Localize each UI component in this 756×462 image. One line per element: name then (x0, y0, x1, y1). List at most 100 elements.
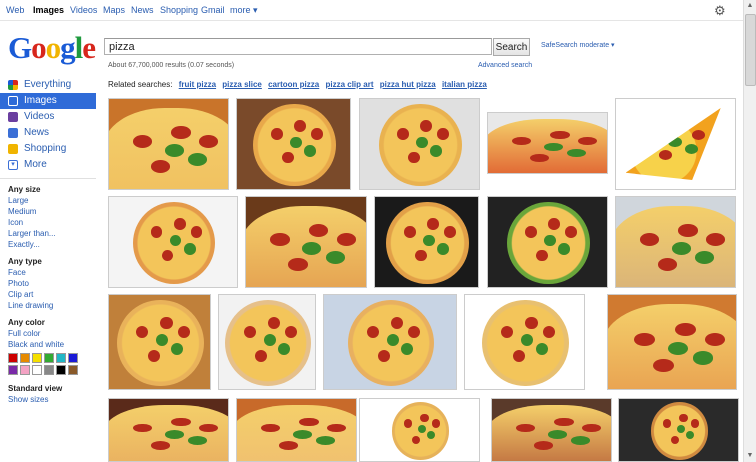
image-result-thumbnail[interactable] (323, 294, 457, 390)
image-result-thumbnail[interactable] (607, 294, 737, 390)
color-swatch[interactable] (32, 353, 42, 363)
color-swatch[interactable] (32, 365, 42, 375)
pepperoni-mark (147, 349, 160, 362)
filter-size-larger-than[interactable]: Larger than... (8, 228, 96, 239)
image-result-thumbnail[interactable] (615, 196, 736, 288)
image-result-thumbnail[interactable] (108, 398, 229, 462)
scroll-down-arrow-icon[interactable]: ▼ (744, 450, 756, 462)
pepperoni-mark (692, 351, 714, 365)
pepperoni-mark (535, 342, 548, 356)
related-link[interactable]: fruit pizza (179, 80, 216, 89)
related-link[interactable]: pizza slice (222, 80, 262, 89)
image-result-thumbnail[interactable] (491, 398, 612, 462)
color-swatch[interactable] (20, 365, 30, 375)
image-result-thumbnail[interactable] (108, 294, 211, 390)
pepperoni-mark (420, 120, 433, 132)
sidebar-item-images[interactable]: Images (0, 93, 96, 109)
sidebar-item-everything[interactable]: Everything (0, 77, 96, 93)
pepperoni-mark (133, 423, 153, 433)
pepperoni-mark (378, 349, 391, 362)
color-swatch[interactable] (56, 353, 66, 363)
image-result-thumbnail[interactable] (359, 398, 480, 462)
filter-size-medium[interactable]: Medium (8, 206, 96, 217)
sidebar-item-videos[interactable]: Videos (0, 109, 96, 125)
vertical-scrollbar[interactable]: ▲ ▼ (743, 0, 756, 462)
pepperoni-mark (420, 413, 429, 422)
nav-images-link[interactable]: Images (33, 5, 64, 15)
search-button[interactable]: Search (493, 38, 530, 56)
related-link[interactable]: cartoon pizza (268, 80, 319, 89)
nav-web-link[interactable]: Web (6, 5, 24, 15)
pepperoni-mark (529, 153, 550, 163)
filter-type-line-drawing[interactable]: Line drawing (8, 300, 96, 311)
pepperoni-mark (294, 120, 307, 132)
image-result-thumbnail[interactable] (245, 196, 367, 288)
nav-news-link[interactable]: News (131, 5, 154, 15)
color-swatch[interactable] (68, 353, 78, 363)
pepperoni-mark (704, 332, 726, 346)
filter-size-icon[interactable]: Icon (8, 217, 96, 228)
filter-color-full[interactable]: Full color (8, 328, 96, 339)
pepperoni-mark (691, 419, 700, 428)
color-swatch[interactable] (8, 353, 18, 363)
pepperoni-mark (581, 423, 601, 433)
nav-gmail-link[interactable]: Gmail (201, 5, 225, 15)
safesearch-dropdown[interactable]: SafeSearch moderate ▾ (541, 41, 615, 49)
image-result-thumbnail[interactable] (374, 196, 479, 288)
nav-maps-link[interactable]: Maps (103, 5, 125, 15)
search-input[interactable]: pizza (104, 38, 492, 55)
gear-icon[interactable]: ⚙ (714, 3, 728, 18)
pepperoni-mark (684, 144, 698, 155)
sidebar-item-shopping[interactable]: Shopping (0, 141, 96, 157)
pepperoni-mark (646, 129, 660, 140)
filter-size-large[interactable]: Large (8, 195, 96, 206)
color-swatch[interactable] (68, 365, 78, 375)
sidebar-item-news[interactable]: News (0, 125, 96, 141)
color-swatch[interactable] (44, 353, 54, 363)
image-result-thumbnail[interactable] (108, 196, 238, 288)
image-result-thumbnail[interactable] (236, 98, 351, 190)
image-result-thumbnail[interactable] (218, 294, 316, 390)
image-result-thumbnail[interactable] (487, 196, 608, 288)
related-link[interactable]: pizza clip art (325, 80, 373, 89)
filter-heading-type: Any type (8, 257, 42, 266)
show-sizes-link[interactable]: Show sizes (8, 394, 96, 405)
pepperoni-mark (309, 224, 329, 237)
color-swatch[interactable] (20, 353, 30, 363)
google-logo[interactable]: Google (8, 30, 96, 66)
filter-color-bw[interactable]: Black and white (8, 339, 96, 350)
pepperoni-mark (565, 226, 577, 238)
pepperoni-mark (512, 137, 532, 146)
image-result-thumbnail[interactable] (618, 398, 739, 462)
advanced-search-link[interactable]: Advanced search (478, 62, 532, 69)
nav-videos-link[interactable]: Videos (70, 5, 97, 15)
filter-size-exactly[interactable]: Exactly... (8, 239, 96, 250)
nav-more-link[interactable]: more ▾ (230, 5, 258, 16)
scroll-up-arrow-icon[interactable]: ▲ (744, 0, 756, 12)
pepperoni-mark (187, 153, 208, 166)
image-result-thumbnail[interactable] (359, 98, 480, 190)
filter-type-photo[interactable]: Photo (8, 278, 96, 289)
pepperoni-mark (302, 242, 322, 255)
related-link[interactable]: pizza hut pizza (380, 80, 436, 89)
image-result-thumbnail[interactable] (464, 294, 585, 390)
image-result-thumbnail[interactable] (236, 398, 357, 462)
standard-view-heading: Standard view (8, 384, 63, 393)
color-swatch[interactable] (44, 365, 54, 375)
image-result-thumbnail[interactable] (108, 98, 229, 190)
sidebar-item-more[interactable]: ▾ More (0, 157, 96, 173)
related-link[interactable]: italian pizza (442, 80, 487, 89)
filter-type-clip-art[interactable]: Clip art (8, 289, 96, 300)
nav-shopping-link[interactable]: Shopping (160, 5, 198, 15)
filter-type-face[interactable]: Face (8, 267, 96, 278)
color-swatch[interactable] (56, 365, 66, 375)
image-result-thumbnail[interactable] (615, 98, 736, 190)
pepperoni-mark (326, 423, 346, 433)
color-swatch[interactable] (8, 365, 18, 375)
scroll-thumb[interactable] (745, 14, 756, 86)
image-result-thumbnail[interactable] (487, 112, 608, 174)
tag-icon (8, 144, 18, 154)
pizza-image (117, 299, 204, 387)
pepperoni-mark (437, 128, 449, 140)
pepperoni-mark (501, 325, 514, 338)
